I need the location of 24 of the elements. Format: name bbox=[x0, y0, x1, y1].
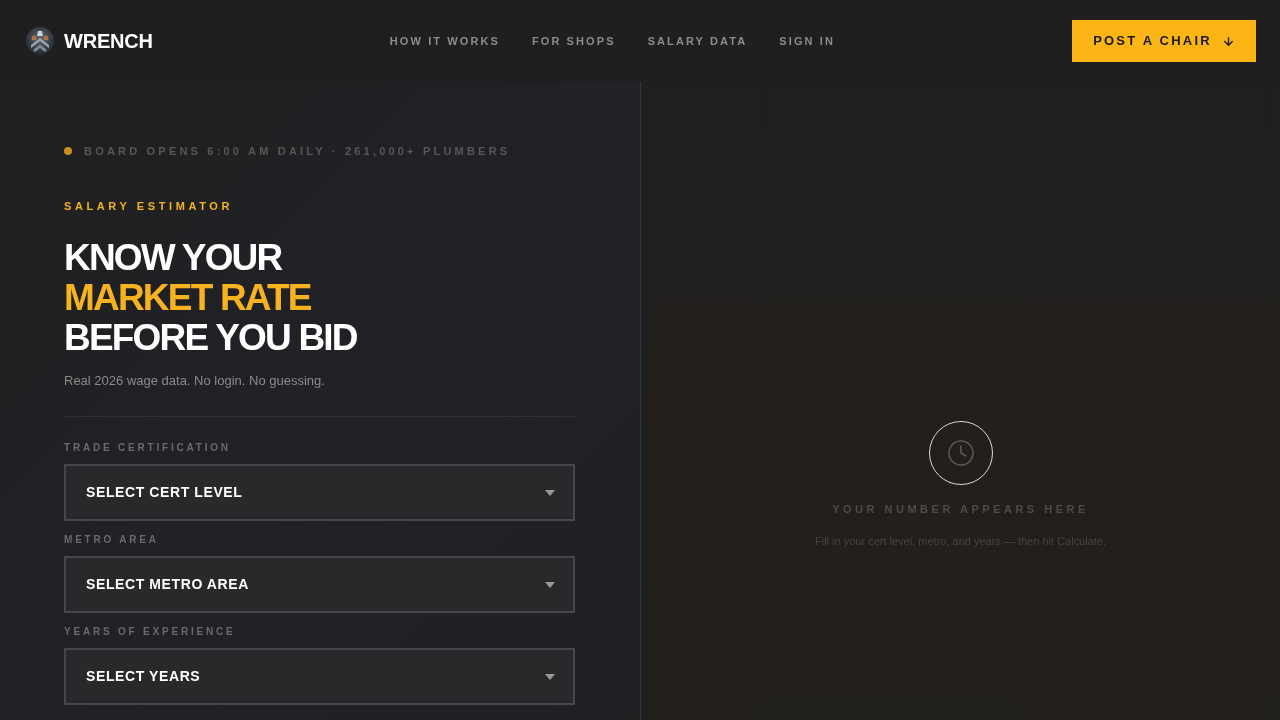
eyebrow-label: SALARY ESTIMATOR bbox=[64, 199, 235, 213]
nav-link[interactable]: SIGN IN bbox=[779, 32, 835, 50]
caret-icon bbox=[545, 581, 555, 588]
field-label: YEARS OF EXPERIENCE bbox=[64, 625, 237, 639]
arrow-down-icon bbox=[1221, 34, 1235, 48]
nav-link[interactable]: FOR SHOPS bbox=[531, 32, 616, 50]
headline-line: KNOW YOUR bbox=[64, 238, 283, 278]
board-status-text: BOARD OPENS 6:00 AM DAILY · 261,000+ PLUMBERS bbox=[84, 144, 511, 158]
select-field[interactable]: SELECT YEARS bbox=[64, 648, 575, 705]
post-a-chair-button[interactable]: POST A CHAIR bbox=[1072, 20, 1256, 62]
logo-icon bbox=[26, 27, 54, 55]
caret-icon bbox=[545, 489, 555, 496]
select-field[interactable]: SELECT CERT LEVEL bbox=[64, 464, 575, 521]
field-label: TRADE CERTIFICATION bbox=[64, 441, 232, 455]
headline-line: MARKET RATE bbox=[64, 278, 312, 318]
select-field[interactable]: SELECT METRO AREA bbox=[64, 556, 575, 613]
clock-icon bbox=[928, 421, 993, 485]
nav-link[interactable]: SALARY DATA bbox=[647, 32, 748, 50]
field-label: METRO AREA bbox=[64, 533, 160, 547]
subtitle-text: Real 2026 wage data. No login. No guessing. bbox=[64, 372, 326, 390]
headline-line: BEFORE YOU BID bbox=[64, 318, 358, 358]
brand-name[interactable]: WRENCH bbox=[64, 26, 153, 56]
nav-link[interactable]: HOW IT WORKS bbox=[389, 32, 500, 50]
caret-icon bbox=[545, 673, 555, 680]
